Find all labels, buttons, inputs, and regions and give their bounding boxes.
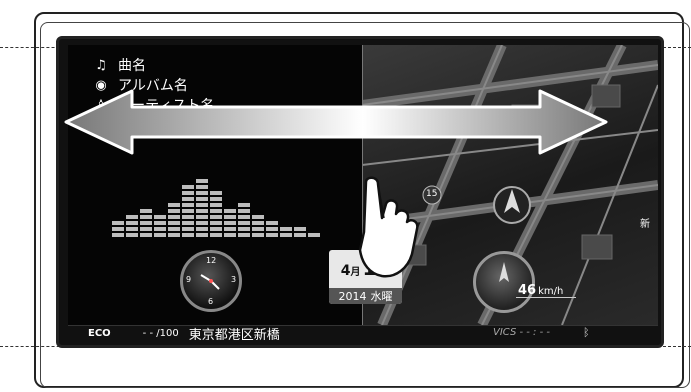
clock-12: 12 xyxy=(206,256,217,265)
clock-3: 3 xyxy=(231,275,237,284)
clock-6: 6 xyxy=(208,297,214,306)
song-title: 曲名 xyxy=(118,58,146,74)
swipe-hand-icon xyxy=(358,176,419,278)
compass-widget[interactable] xyxy=(473,251,535,313)
song-row: ♫ 曲名 xyxy=(92,55,214,75)
date-month: 4 xyxy=(340,263,351,279)
current-address: 東京都港区新橋 xyxy=(188,328,280,340)
speed-unit: km/h xyxy=(538,286,564,297)
eco-label: ECO xyxy=(88,328,111,339)
swipe-arrow-icon xyxy=(64,89,608,155)
compass-needle-icon xyxy=(499,262,509,282)
status-bar: ECO ‑ ‑ /100 東京都港区新橋 VICS ‑ ‑ : ‑ ‑ ᛒ xyxy=(68,325,658,340)
date-weekday: 水曜 xyxy=(370,290,393,303)
eco-value: ‑ ‑ /100 xyxy=(142,328,179,339)
bluetooth-icon: ᛒ xyxy=(583,326,590,339)
speed-underline xyxy=(516,297,576,298)
guide-line-bottom-right xyxy=(658,346,691,347)
speed-readout: 46 km/h xyxy=(518,283,563,298)
analog-clock-widget[interactable]: 12 3 6 9 xyxy=(180,250,242,312)
clock-9: 9 xyxy=(186,275,192,284)
music-note-icon: ♫ xyxy=(95,57,107,73)
equalizer-graphic xyxy=(112,179,320,237)
speed-value: 46 xyxy=(518,283,537,298)
date-year: 2014 xyxy=(338,289,367,303)
vics-status: VICS ‑ ‑ : ‑ ‑ xyxy=(493,327,551,338)
map-place-label: 新 xyxy=(640,219,650,230)
